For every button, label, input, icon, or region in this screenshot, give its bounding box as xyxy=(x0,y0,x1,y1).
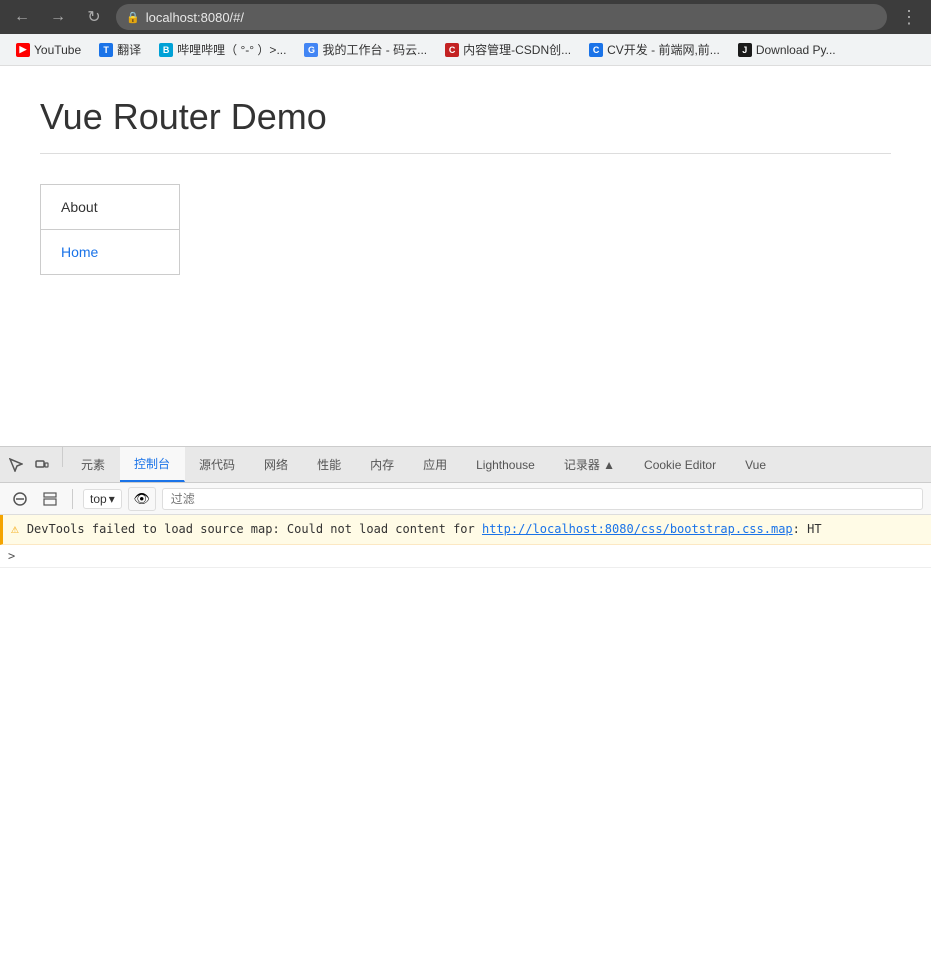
inspect-element-button[interactable] xyxy=(4,453,28,477)
bookmark-bilibili[interactable]: B 哔哩哔哩（ °-° ）>... xyxy=(151,38,294,61)
bookmark-favicon-bilibili: B xyxy=(159,43,173,57)
bookmark-favicon-cv: C xyxy=(589,43,603,57)
context-selector[interactable]: top ▾ xyxy=(83,489,122,509)
console-prompt: > xyxy=(8,549,15,563)
bookmark-favicon-google: G xyxy=(304,43,318,57)
devtools-icons-left xyxy=(0,447,58,482)
page-title: Vue Router Demo xyxy=(40,96,891,154)
bookmark-label-cv: CV开发 - 前端网,前... xyxy=(607,41,720,58)
bookmarks-bar: ▶ YouTube T 翻译 B 哔哩哔哩（ °-° ）>... G 我的工作台… xyxy=(0,34,931,66)
tab-cookie-editor[interactable]: Cookie Editor xyxy=(630,447,731,482)
bookmark-label-google: 我的工作台 - 码云... xyxy=(322,41,427,58)
bookmark-favicon-jb: J xyxy=(738,43,752,57)
console-content: ⚠ DevTools failed to load source map: Co… xyxy=(0,515,931,715)
reload-button[interactable]: ↻ xyxy=(80,3,108,31)
lock-icon: 🔒 xyxy=(126,11,140,24)
tab-application[interactable]: 应用 xyxy=(409,447,462,482)
tab-console[interactable]: 控制台 xyxy=(120,447,185,482)
console-toolbar: top ▾ 👁 xyxy=(0,483,931,515)
bookmark-youtube[interactable]: ▶ YouTube xyxy=(8,40,89,60)
toggle-drawer-button[interactable] xyxy=(38,487,62,511)
url-text: localhost:8080/#/ xyxy=(146,10,244,25)
bookmark-favicon-translate: T xyxy=(99,43,113,57)
page-content: Vue Router Demo About Home xyxy=(0,66,931,446)
tab-network[interactable]: 网络 xyxy=(250,447,303,482)
device-toolbar-button[interactable] xyxy=(30,453,54,477)
tab-lighthouse[interactable]: Lighthouse xyxy=(462,447,550,482)
bookmark-label-bilibili: 哔哩哔哩（ °-° ）>... xyxy=(177,41,286,58)
bookmark-label-youtube: YouTube xyxy=(34,43,81,57)
error-link[interactable]: http://localhost:8080/css/bootstrap.css.… xyxy=(482,522,793,536)
bookmark-label-csdn: 内容管理-CSDN创... xyxy=(463,41,571,58)
back-button[interactable]: ← xyxy=(8,3,36,31)
devtools-tabs: 元素 控制台 源代码 网络 性能 内存 应用 Lighthouse xyxy=(0,447,931,483)
bookmark-csdn[interactable]: C 内容管理-CSDN创... xyxy=(437,38,579,61)
warning-icon: ⚠ xyxy=(11,522,19,537)
browser-titlebar: ← → ↻ 🔒 localhost:8080/#/ ⋮ xyxy=(0,0,931,34)
tab-elements[interactable]: 元素 xyxy=(67,447,120,482)
eye-filter-button[interactable]: 👁 xyxy=(128,487,156,511)
bookmark-label-translate: 翻译 xyxy=(117,41,141,58)
toolbar-separator-1 xyxy=(72,489,73,509)
bookmark-label-jb: Download Py... xyxy=(756,43,836,57)
bookmark-cv[interactable]: C CV开发 - 前端网,前... xyxy=(581,38,728,61)
context-label: top xyxy=(90,492,107,506)
tab-separator xyxy=(62,447,63,467)
bookmark-favicon-youtube: ▶ xyxy=(16,43,30,57)
console-input-row: > xyxy=(0,545,931,568)
eye-icon: 👁 xyxy=(133,491,150,507)
devtools-panel: 元素 控制台 源代码 网络 性能 内存 应用 Lighthouse xyxy=(0,446,931,715)
tab-memory[interactable]: 内存 xyxy=(356,447,409,482)
nav-item-home[interactable]: Home xyxy=(41,230,179,274)
context-arrow: ▾ xyxy=(109,492,115,506)
tab-recorder[interactable]: 记录器 ▲ xyxy=(550,447,630,482)
console-error-row: ⚠ DevTools failed to load source map: Co… xyxy=(0,515,931,545)
error-text: DevTools failed to load source map: Coul… xyxy=(27,521,923,538)
console-filter-input[interactable] xyxy=(162,488,923,510)
tab-sources[interactable]: 源代码 xyxy=(185,447,250,482)
browser-chrome: ← → ↻ 🔒 localhost:8080/#/ ⋮ ▶ YouTube T … xyxy=(0,0,931,715)
forward-button[interactable]: → xyxy=(44,3,72,31)
browser-menu-button[interactable]: ⋮ xyxy=(895,3,923,31)
address-bar[interactable]: 🔒 localhost:8080/#/ xyxy=(116,4,887,30)
clear-console-button[interactable] xyxy=(8,487,32,511)
bookmark-google[interactable]: G 我的工作台 - 码云... xyxy=(296,38,435,61)
tab-performance[interactable]: 性能 xyxy=(303,447,356,482)
nav-item-about[interactable]: About xyxy=(41,185,179,230)
bookmark-translate[interactable]: T 翻译 xyxy=(91,38,149,61)
bookmark-favicon-csdn: C xyxy=(445,43,459,57)
tab-vue[interactable]: Vue xyxy=(731,447,781,482)
bookmark-jb[interactable]: J Download Py... xyxy=(730,40,844,60)
nav-menu: About Home xyxy=(40,184,180,275)
